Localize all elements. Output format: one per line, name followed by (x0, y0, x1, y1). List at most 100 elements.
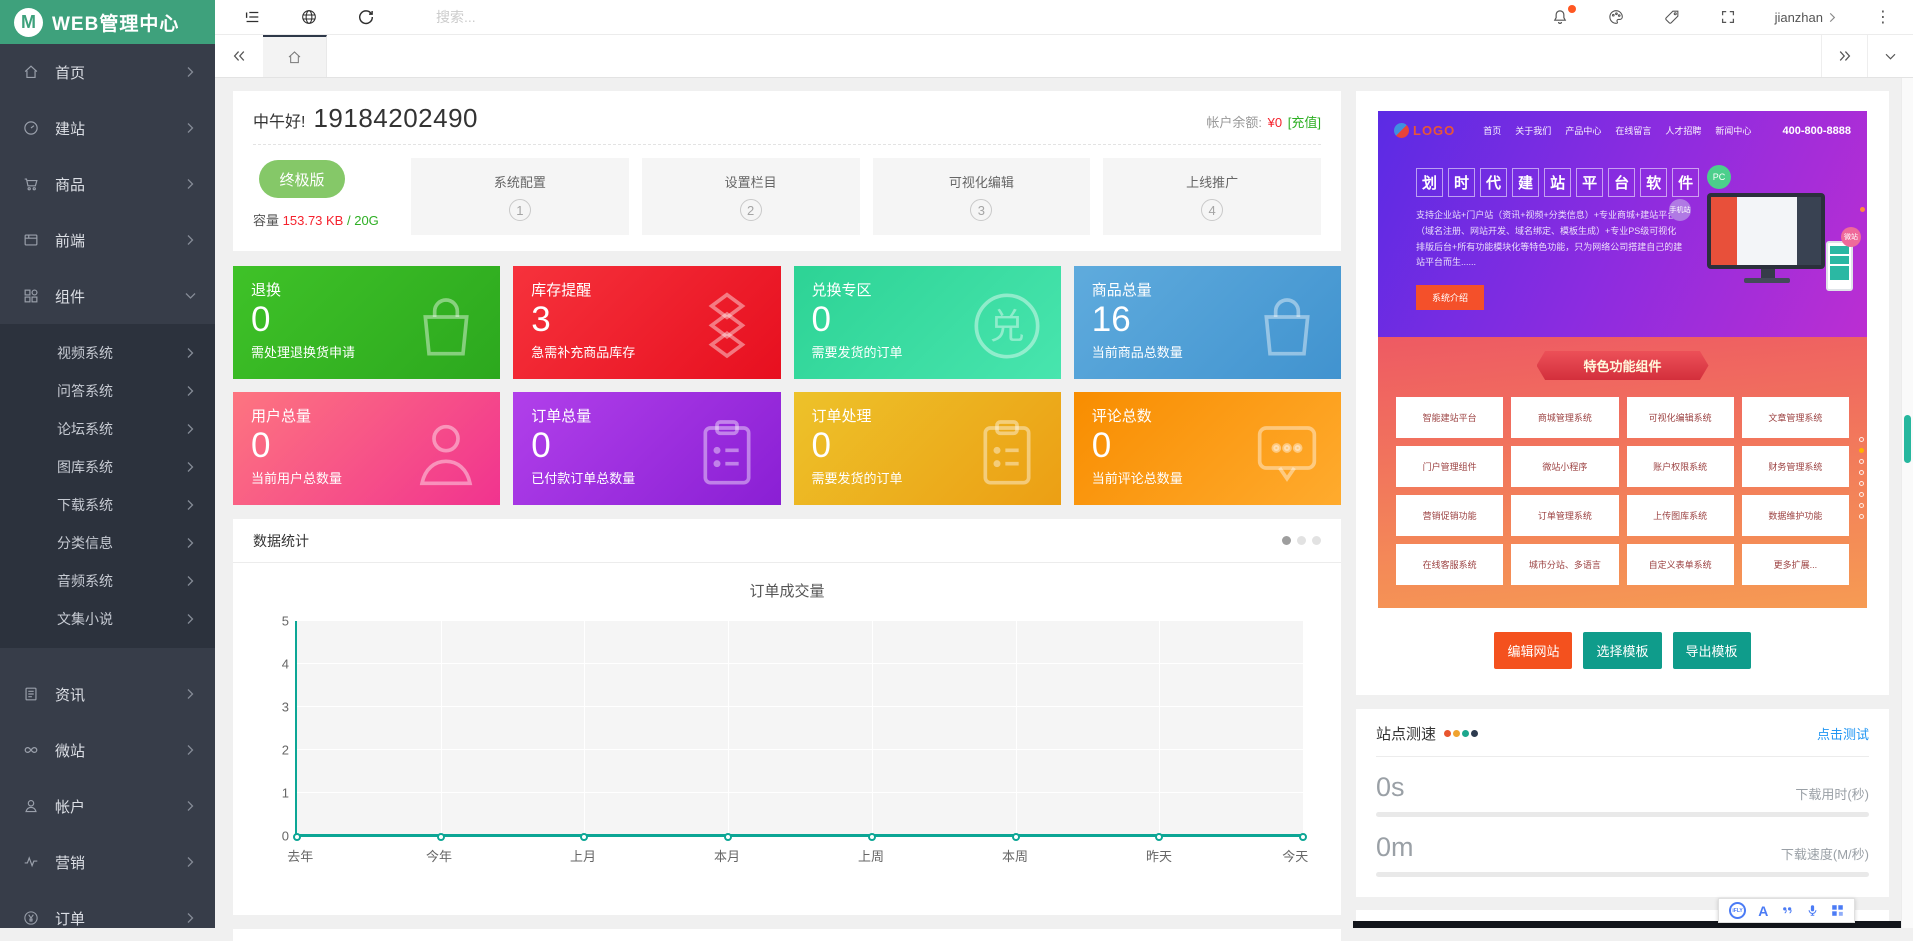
capacity-used: 153.73 KB (283, 213, 344, 228)
run-speed-test-link[interactable]: 点击测试 (1817, 724, 1869, 743)
sidebar-item-label: 建站 (55, 118, 85, 139)
stat-card-1[interactable]: 退换0需处理退换货申请 (233, 266, 500, 379)
tabs-scroll-right-icon[interactable] (1821, 35, 1867, 77)
fullscreen-icon[interactable] (1719, 8, 1737, 26)
clipboard-icon (687, 412, 767, 492)
tabs-menu-icon[interactable] (1867, 35, 1913, 77)
banner-pager-dot[interactable] (1859, 481, 1864, 486)
sidebar-subitem-label: 图库系统 (57, 457, 113, 477)
sidebar-item-label: 前端 (55, 230, 85, 251)
sidebar-subitem[interactable]: 分类信息 (0, 524, 215, 562)
tab-home[interactable] (263, 35, 327, 77)
sidebar-subitem[interactable]: 音频系统 (0, 562, 215, 600)
search-input[interactable] (436, 9, 656, 25)
speed-test-title: 站点测速 (1376, 723, 1436, 744)
feature-box: 智能建站平台 (1396, 397, 1503, 438)
statistics-header: 数据统计 (253, 531, 309, 551)
logo-m-icon: M (14, 8, 43, 37)
template-nav-link: 新闻中心 (1715, 124, 1751, 137)
sidebar-subitem[interactable]: 下载系统 (0, 486, 215, 524)
page-scrollbar[interactable] (1901, 78, 1913, 928)
window-icon (22, 231, 40, 249)
chart-title: 订单成交量 (233, 580, 1341, 601)
setup-step[interactable]: 上线推广4 (1103, 158, 1321, 235)
sidebar-item-frontend[interactable]: 前端 (0, 212, 215, 268)
stat-card-8[interactable]: 评论总数0当前评论总数量 (1074, 392, 1341, 505)
home-icon (22, 63, 40, 81)
ime-punctuation-icon[interactable] (1781, 904, 1794, 917)
site-template-preview[interactable]: LOGO 首页关于我们产品中心在线留言人才招聘新闻中心400-800-8888 … (1378, 111, 1867, 608)
setup-step[interactable]: 可视化编辑3 (873, 158, 1091, 235)
stat-card-3[interactable]: 兑换专区0需要发货的订单兑 (794, 266, 1061, 379)
user-menu[interactable]: jianzhan (1775, 10, 1837, 25)
banner-pager-dot[interactable] (1859, 492, 1864, 497)
template-preview-card: LOGO 首页关于我们产品中心在线留言人才招聘新闻中心400-800-8888 … (1356, 91, 1889, 695)
refresh-icon[interactable] (357, 8, 375, 26)
chevron-right-icon (186, 744, 195, 756)
line-chart-plot: 012345 (295, 621, 1303, 836)
banner-pager-dot[interactable] (1859, 437, 1864, 442)
next-card-edge (233, 929, 1341, 941)
banner-pager-dot[interactable] (1859, 514, 1864, 519)
recharge-link[interactable]: [充值] (1288, 115, 1321, 130)
sidebar-item-home[interactable]: 首页 (0, 44, 215, 100)
x-tick-label: 上周 (858, 846, 884, 865)
feature-box: 数据维护功能 (1742, 495, 1849, 536)
setup-step[interactable]: 系统配置1 (411, 158, 629, 235)
data-point (724, 833, 732, 841)
edit-site-button[interactable]: 编辑网站 (1494, 632, 1572, 669)
more-options-icon[interactable]: ⋮ (1875, 7, 1891, 27)
sidebar-item-goods[interactable]: 商品 (0, 156, 215, 212)
banner-pager-dot[interactable] (1859, 448, 1864, 453)
choose-template-button[interactable]: 选择模板 (1583, 632, 1661, 669)
ime-grid-icon[interactable] (1831, 904, 1844, 917)
scrollbar-thumb[interactable] (1904, 415, 1911, 463)
ime-toolbar: iFLY A (1718, 898, 1855, 923)
ime-microphone-icon[interactable] (1806, 904, 1819, 917)
step-number: 4 (1201, 199, 1223, 221)
sidebar-item-news[interactable]: 资讯 (0, 666, 215, 722)
tag-icon[interactable] (1663, 8, 1681, 26)
theme-palette-icon[interactable] (1607, 8, 1625, 26)
banner-pager-dot[interactable] (1859, 459, 1864, 464)
chevron-right-icon (186, 347, 195, 359)
globe-icon[interactable] (300, 8, 318, 26)
stat-card-5[interactable]: 用户总量0当前用户总数量 (233, 392, 500, 505)
x-tick-label: 本月 (714, 846, 740, 865)
chevron-right-icon (1828, 12, 1837, 23)
collapse-menu-icon[interactable] (243, 8, 261, 26)
carousel-dot[interactable] (1297, 536, 1306, 545)
chevron-right-icon (186, 800, 195, 812)
carousel-dot[interactable] (1282, 536, 1291, 545)
feature-box: 商城管理系统 (1511, 397, 1618, 438)
metric-value: 0s (1376, 772, 1405, 803)
template-actions: 编辑网站选择模板导出模板 (1378, 632, 1867, 669)
ime-language-icon[interactable]: A (1758, 903, 1768, 919)
sidebar-subitem[interactable]: 视频系统 (0, 334, 215, 372)
sidebar-subitem[interactable]: 图库系统 (0, 448, 215, 486)
sidebar-item-micro-site[interactable]: 微站 (0, 722, 215, 778)
banner-pager-dot[interactable] (1859, 503, 1864, 508)
export-template-button[interactable]: 导出模板 (1673, 632, 1751, 669)
sidebar-subitem[interactable]: 文集小说 (0, 600, 215, 638)
stat-card-7[interactable]: 订单处理0需要发货的订单 (794, 392, 1061, 505)
stat-card-2[interactable]: 库存提醒3急需补充商品库存 (513, 266, 780, 379)
data-point (293, 833, 301, 841)
sidebar-item-marketing[interactable]: 营销 (0, 834, 215, 890)
sidebar-item-components[interactable]: 组件 (0, 268, 215, 324)
notification-bell-icon[interactable] (1551, 8, 1569, 26)
stat-card-4[interactable]: 商品总量16当前商品总数量 (1074, 266, 1341, 379)
chevron-right-icon (186, 234, 195, 246)
feature-box: 门户管理组件 (1396, 446, 1503, 487)
stat-card-6[interactable]: 订单总量0已付款订单总数量 (513, 392, 780, 505)
tabs-scroll-left-icon[interactable] (215, 35, 263, 77)
setup-step[interactable]: 设置栏目2 (642, 158, 860, 235)
sidebar-item-site-build[interactable]: 建站 (0, 100, 215, 156)
sidebar-subitem[interactable]: 论坛系统 (0, 410, 215, 448)
carousel-dot[interactable] (1312, 536, 1321, 545)
sidebar-subitem[interactable]: 问答系统 (0, 372, 215, 410)
sidebar-item-label: 微站 (55, 740, 85, 761)
banner-pager-dot[interactable] (1859, 470, 1864, 475)
sidebar-item-account[interactable]: 帐户 (0, 778, 215, 834)
ime-brand-icon[interactable]: iFLY (1729, 902, 1746, 919)
